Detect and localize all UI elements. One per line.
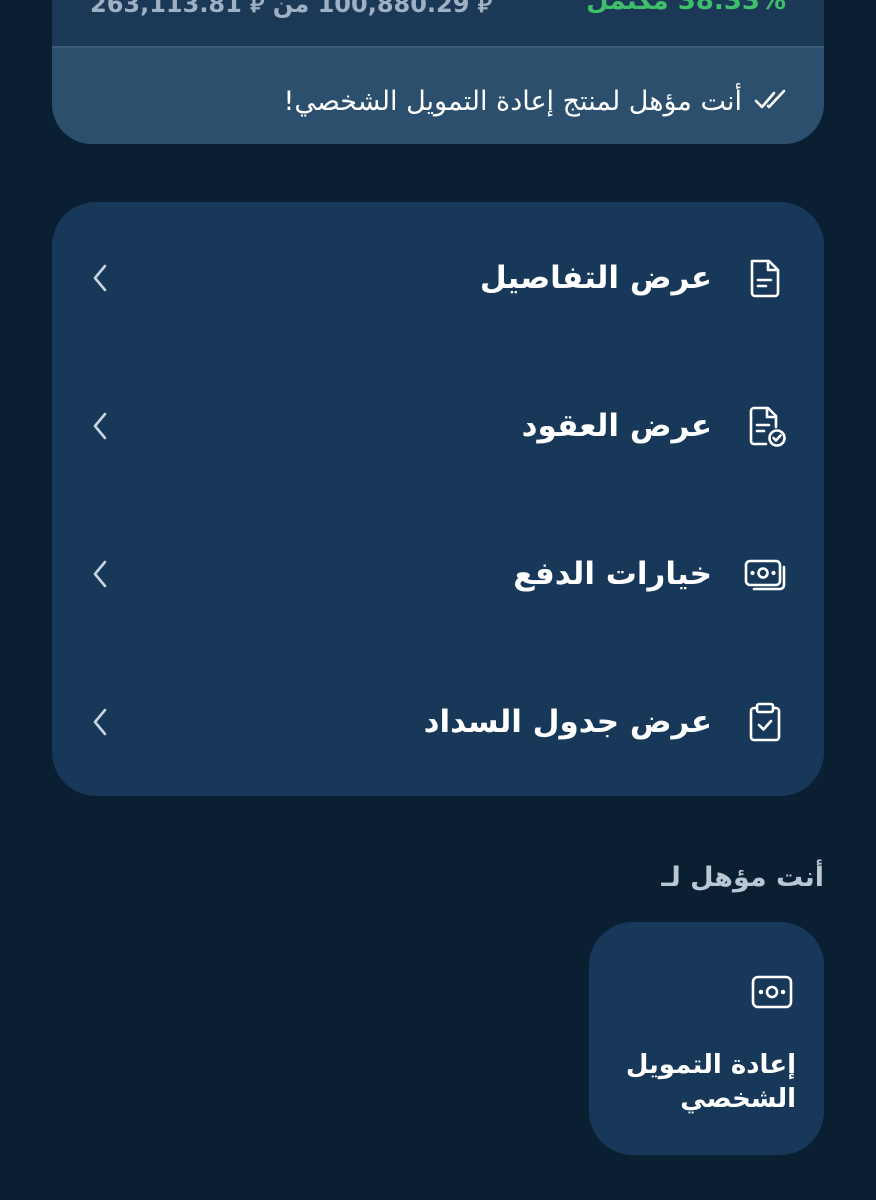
menu-item-repayment-schedule[interactable]: عرض جدول السداد xyxy=(52,648,824,796)
menu-item-view-contracts[interactable]: عرض العقود xyxy=(52,352,824,500)
loan-actions-menu: عرض التفاصيل عرض العقود خيارات الدفع عرض… xyxy=(52,202,824,796)
product-tile-personal-refinance[interactable]: إعادة التمويل الشخصي xyxy=(589,922,824,1155)
menu-item-label: عرض جدول السداد xyxy=(423,704,712,740)
loan-progress-row: 38.33% مكتمل ⃁ 100,880.29 من ⃁ 263,113.8… xyxy=(52,0,824,46)
chevron-left-icon xyxy=(93,412,107,440)
progress-percent: 38.33% مكتمل xyxy=(586,0,786,16)
cash-icon xyxy=(751,975,793,1009)
menu-item-label: خيارات الدفع xyxy=(513,556,712,592)
money-icon xyxy=(744,559,786,591)
double-check-icon xyxy=(754,89,786,109)
product-tile-label: إعادة التمويل الشخصي xyxy=(625,1050,796,1114)
chevron-left-icon xyxy=(93,560,107,588)
menu-item-payment-options[interactable]: خيارات الدفع xyxy=(52,500,824,648)
eligibility-banner[interactable]: أنت مؤهل لمنتج إعادة التمويل الشخصي! xyxy=(52,46,824,144)
menu-item-label: عرض التفاصيل xyxy=(479,260,712,296)
menu-item-view-details[interactable]: عرض التفاصيل xyxy=(52,204,824,352)
contract-check-icon xyxy=(749,406,786,447)
document-icon xyxy=(750,259,780,298)
menu-item-label: عرض العقود xyxy=(521,408,712,444)
progress-amounts: ⃁ 100,880.29 من ⃁ 263,113.81 xyxy=(90,0,493,18)
eligible-section-title: أنت مؤهل لـ xyxy=(661,862,824,893)
clipboard-check-icon xyxy=(749,702,781,742)
chevron-left-icon xyxy=(93,708,107,736)
loan-summary-card: 38.33% مكتمل ⃁ 100,880.29 من ⃁ 263,113.8… xyxy=(52,0,824,144)
chevron-left-icon xyxy=(93,264,107,292)
eligibility-banner-text: أنت مؤهل لمنتج إعادة التمويل الشخصي! xyxy=(283,86,743,117)
